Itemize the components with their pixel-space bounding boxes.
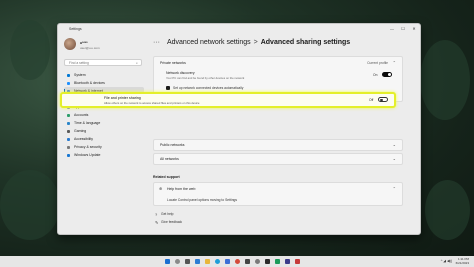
- globe-icon: ⊕: [159, 186, 163, 191]
- private-networks-title[interactable]: Private networks: [160, 61, 186, 65]
- breadcrumb-parent[interactable]: Advanced network settings: [162, 39, 251, 46]
- file-printer-sharing-desc: Allow others on the network to access sh…: [104, 101, 200, 105]
- chevron-right-icon: >: [253, 39, 258, 46]
- user-name: u****: [80, 41, 88, 45]
- network-discovery-state: On: [373, 73, 378, 77]
- sidebar-item-label: Privacy & security: [74, 145, 102, 149]
- network-discovery-desc: Your PC can find and be found by other d…: [166, 76, 245, 80]
- sidebar-item-privacy[interactable]: Privacy & security: [64, 143, 144, 151]
- sidebar-item-label: Accounts: [74, 113, 89, 117]
- app-title: Settings: [69, 27, 82, 31]
- all-networks-title: All networks: [160, 157, 179, 161]
- background-tree: [10, 20, 50, 80]
- search-input[interactable]: Find a setting ⌕: [64, 59, 142, 66]
- title-bar: Settings — ☐ ✕: [58, 24, 420, 34]
- sidebar-item-windows-update[interactable]: Windows Update: [64, 151, 144, 159]
- sidebar-item-bluetooth[interactable]: Bluetooth & devices: [64, 79, 144, 87]
- settings-icon[interactable]: [255, 259, 260, 264]
- store-icon[interactable]: [225, 259, 230, 264]
- get-help-link[interactable]: Get help: [161, 212, 173, 216]
- sidebar-item-label: Accessibility: [74, 137, 94, 141]
- globe-icon: [67, 121, 70, 125]
- sidebar-nav: System Bluetooth & devices Network & int…: [64, 71, 144, 159]
- auto-setup-label: Set up network connected devices automat…: [173, 86, 244, 90]
- file-printer-sharing-toggle[interactable]: [378, 97, 388, 102]
- file-printer-sharing-title: File and printer sharing: [104, 96, 141, 100]
- sidebar-item-label: System: [74, 73, 86, 77]
- page-title: Advanced sharing settings: [260, 39, 351, 46]
- current-profile-label: Current profile: [367, 61, 388, 65]
- app-icon[interactable]: [295, 259, 300, 264]
- system-icon: [67, 73, 70, 77]
- start-icon[interactable]: [165, 259, 170, 264]
- file-explorer-icon[interactable]: [205, 259, 210, 264]
- background-tree: [420, 40, 470, 120]
- sidebar-item-gaming[interactable]: Gaming: [64, 127, 144, 135]
- file-printer-sharing-state: Off: [369, 98, 374, 102]
- app-icon[interactable]: [245, 259, 250, 264]
- app-icon[interactable]: [275, 259, 280, 264]
- app-icon[interactable]: [265, 259, 270, 264]
- help-from-web-title[interactable]: Help from the web: [167, 187, 195, 191]
- sidebar-item-label: Gaming: [74, 129, 87, 133]
- auto-setup-checkbox[interactable]: [166, 86, 170, 90]
- all-networks-card[interactable]: All networks ⌄: [153, 153, 403, 165]
- file-printer-sharing-row: [60, 92, 396, 108]
- bluetooth-icon: [67, 81, 70, 85]
- gamepad-icon: [67, 129, 70, 133]
- clock-date: 6/21/2023: [455, 261, 469, 265]
- clock[interactable]: 1:11 PM 6/21/2023: [456, 257, 469, 265]
- account-icon: [67, 113, 70, 117]
- related-support-heading: Related support: [153, 175, 180, 179]
- breadcrumb: ··· Advanced network settings > Advanced s…: [153, 39, 350, 46]
- accessibility-icon: [67, 137, 70, 141]
- widgets-icon[interactable]: [195, 259, 200, 264]
- sidebar-item-time-language[interactable]: Time & language: [64, 119, 144, 127]
- network-discovery-title: Network discovery: [166, 71, 195, 75]
- chevron-down-icon: ⌄: [392, 142, 396, 147]
- search-icon: ⌕: [136, 61, 138, 65]
- related-support-card: ⊕ Help from the web ⌃ Locate Control pan…: [153, 182, 403, 206]
- public-networks-title: Public networks: [160, 143, 185, 147]
- avatar[interactable]: [64, 38, 76, 50]
- sidebar-item-label: Time & language: [74, 121, 101, 125]
- sidebar-item-accounts[interactable]: Accounts: [64, 111, 144, 119]
- update-icon: [67, 153, 70, 157]
- maximize-button[interactable]: ☐: [399, 26, 407, 31]
- give-feedback-link[interactable]: Give feedback: [161, 220, 182, 224]
- taskbar: ^ ◢ ◀)) 1:11 PM 6/21/2023: [0, 256, 474, 267]
- user-email: user@••••.com: [80, 46, 100, 50]
- sidebar-item-label: Windows Update: [74, 153, 101, 157]
- chevron-up-icon[interactable]: ⌃: [393, 60, 396, 65]
- feedback-icon: ✎: [155, 220, 159, 225]
- help-icon: ?: [155, 212, 158, 217]
- sidebar-item-system[interactable]: System: [64, 71, 144, 79]
- public-networks-card[interactable]: Public networks ⌄: [153, 139, 403, 151]
- system-tray[interactable]: ^ ◢ ◀)): [441, 259, 452, 263]
- sidebar: u**** user@••••.com Find a setting ⌕ Sys…: [58, 34, 153, 234]
- settings-window: Settings — ☐ ✕ u**** user@••••.com Find …: [57, 23, 421, 235]
- app-icon[interactable]: [285, 259, 290, 264]
- network-discovery-toggle[interactable]: [382, 72, 392, 77]
- chevron-up-icon[interactable]: ⌃: [393, 186, 396, 191]
- sidebar-item-accessibility[interactable]: Accessibility: [64, 135, 144, 143]
- minimize-button[interactable]: —: [388, 26, 396, 31]
- main-content: ··· Advanced network settings > Advanced s…: [153, 34, 415, 234]
- close-button[interactable]: ✕: [410, 26, 418, 31]
- edge-icon[interactable]: [215, 259, 220, 264]
- control-panel-help-link[interactable]: Locate Control panel options moving to S…: [167, 198, 237, 202]
- background-tree: [0, 170, 60, 240]
- shield-icon: [67, 145, 70, 149]
- task-view-icon[interactable]: [185, 259, 190, 264]
- sidebar-item-label: Bluetooth & devices: [74, 81, 105, 85]
- breadcrumb-overflow-button[interactable]: ···: [153, 39, 160, 46]
- chevron-down-icon: ⌄: [392, 156, 396, 161]
- background-tree: [425, 180, 470, 240]
- chrome-icon[interactable]: [235, 259, 240, 264]
- search-placeholder: Find a setting: [69, 61, 89, 65]
- search-icon[interactable]: [175, 259, 180, 264]
